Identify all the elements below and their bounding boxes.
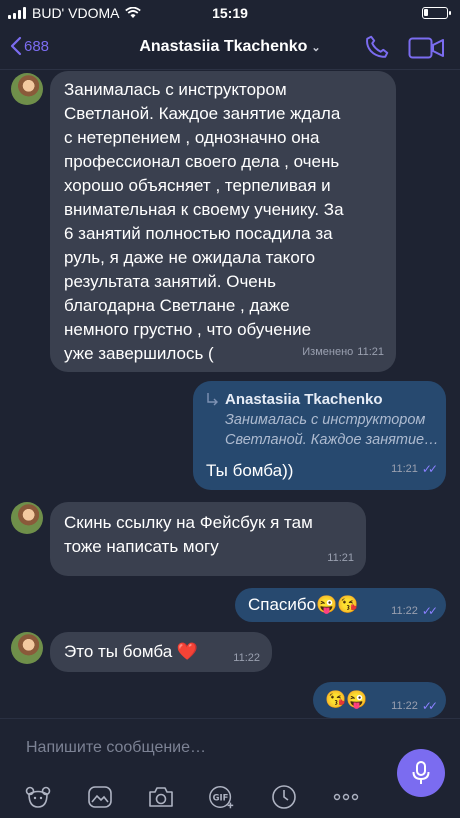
contact-title[interactable]: Anastasiia Tkachenko ⌄ (0, 38, 460, 56)
clock-icon (272, 785, 296, 809)
avatar[interactable] (11, 502, 43, 534)
gallery-icon (88, 786, 112, 808)
svg-text:GIF: GIF (213, 793, 229, 803)
message-outgoing[interactable]: 😘😜 11:22 ✓✓ (313, 682, 446, 718)
avatar[interactable] (11, 73, 43, 105)
message-time: 11:22 (233, 652, 260, 664)
timer-button[interactable] (270, 783, 298, 811)
sticker-icon (25, 786, 51, 808)
contact-name: Anastasiia Tkachenko (139, 38, 308, 55)
video-call-button[interactable] (408, 36, 446, 65)
message-incoming[interactable]: Занималась с инструктором Светланой. Каж… (50, 71, 396, 372)
message-time: 11:22 (391, 605, 418, 617)
reply-author: Anastasiia Tkachenko (225, 391, 383, 408)
edited-label: Изменено (302, 346, 354, 358)
message-meta: 11:22 ✓✓ (391, 599, 438, 623)
phone-icon (366, 35, 389, 58)
message-text: Занималась с инструктором Светланой. Каж… (64, 80, 344, 363)
message-time: 11:21 (357, 346, 384, 358)
message-text: Спасибо😜😘 (248, 595, 359, 614)
call-button[interactable] (364, 34, 390, 65)
message-meta: 11:21 ✓✓ (391, 457, 438, 481)
more-button[interactable] (332, 783, 360, 811)
microphone-icon (412, 761, 430, 784)
video-icon (408, 37, 444, 59)
message-time: 11:22 (391, 700, 418, 712)
sticker-button[interactable] (24, 783, 52, 811)
message-incoming[interactable]: Скинь ссылку на Фейсбук я там тоже напис… (50, 502, 366, 576)
message-meta: 11:22 ✓✓ (391, 694, 438, 718)
microphone-button[interactable] (397, 749, 445, 797)
chevron-down-icon: ⌄ (311, 42, 321, 54)
message-time: 11:21 (391, 463, 418, 475)
status-bar: BUD' VDOMA 15:19 (0, 0, 460, 26)
message-text: Это ты бомба ❤️ (64, 642, 199, 661)
more-icon (333, 793, 359, 801)
message-meta: 11:21 (327, 546, 354, 570)
message-time: 11:21 (327, 552, 354, 564)
read-ticks-icon: ✓✓ (421, 604, 438, 618)
message-meta: Изменено 11:21 (302, 340, 384, 364)
composer: Напишите сообщение… GIF (0, 718, 460, 818)
message-incoming[interactable]: Это ты бомба ❤️ 11:22 (50, 632, 272, 672)
camera-button[interactable] (147, 783, 175, 811)
message-outgoing[interactable]: Спасибо😜😘 11:22 ✓✓ (235, 588, 446, 622)
reply-preview: Занималась с инструктором Светланой. Каж… (225, 412, 439, 448)
gallery-button[interactable] (86, 783, 114, 811)
gif-icon: GIF (209, 785, 234, 809)
message-input[interactable]: Напишите сообщение… (26, 739, 206, 757)
message-text: Скинь ссылку на Фейсбук я там тоже напис… (64, 513, 313, 556)
read-ticks-icon: ✓✓ (421, 699, 438, 713)
message-outgoing[interactable]: Anastasiia Tkachenko Занималась с инстру… (193, 381, 446, 490)
reply-arrow-icon (207, 393, 218, 406)
avatar[interactable] (11, 632, 43, 664)
message-text: Ты бомба)) (206, 461, 294, 480)
reply-quote[interactable]: Anastasiia Tkachenko Занималась с инстру… (205, 390, 439, 450)
clock: 15:19 (212, 5, 248, 21)
battery-icon (422, 7, 451, 19)
camera-icon (149, 787, 173, 807)
read-ticks-icon: ✓✓ (421, 462, 438, 476)
gif-button[interactable]: GIF (208, 783, 236, 811)
chat-header: 688 Anastasiia Tkachenko ⌄ (0, 26, 460, 70)
message-text: 😘😜 (325, 690, 368, 709)
message-meta: 11:22 (233, 646, 260, 670)
